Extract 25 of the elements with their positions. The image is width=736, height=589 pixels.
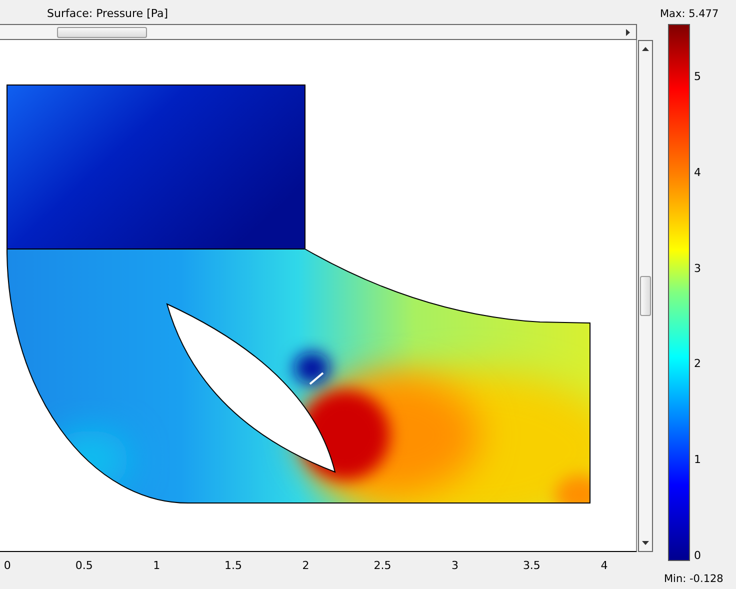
axis-tick-label: 3.5 bbox=[522, 559, 540, 572]
color-scale-tick-label: 4 bbox=[694, 166, 701, 179]
vertical-scrollbar[interactable] bbox=[638, 40, 653, 552]
plot-title: Surface: Pressure [Pa] bbox=[46, 6, 170, 22]
max-label: Max: 5.477 bbox=[660, 7, 719, 21]
color-scale-tick-label: 5 bbox=[694, 71, 701, 83]
axis-tick-label: 2.5 bbox=[374, 559, 392, 572]
scroll-up-arrow-icon[interactable] bbox=[642, 47, 649, 51]
scrollbar-thumb[interactable] bbox=[640, 276, 651, 316]
color-scale-tick-label: 0 bbox=[694, 550, 701, 562]
scrollbar-thumb[interactable] bbox=[57, 26, 147, 38]
axis-tick-label: 0.5 bbox=[75, 559, 93, 572]
axis-tick-label: 1 bbox=[153, 559, 160, 572]
min-label: Min: -0.128 bbox=[664, 572, 724, 586]
axis-tick-label: 3 bbox=[452, 559, 458, 572]
color-scale-tick-label: 1 bbox=[694, 454, 701, 466]
scroll-down-arrow-icon[interactable] bbox=[642, 541, 649, 545]
axis-tick-label: 2 bbox=[302, 559, 310, 572]
axis-tick-label: 0 bbox=[4, 559, 11, 572]
horizontal-scrollbar[interactable] bbox=[0, 24, 637, 40]
axis-tick-label: 4 bbox=[600, 559, 608, 572]
color-scale-tick-label: 2 bbox=[694, 358, 701, 370]
color-scale-tick-label: 3 bbox=[694, 262, 701, 275]
axis-tick-label: 1.5 bbox=[224, 559, 242, 572]
scroll-right-arrow-icon[interactable] bbox=[626, 28, 630, 36]
